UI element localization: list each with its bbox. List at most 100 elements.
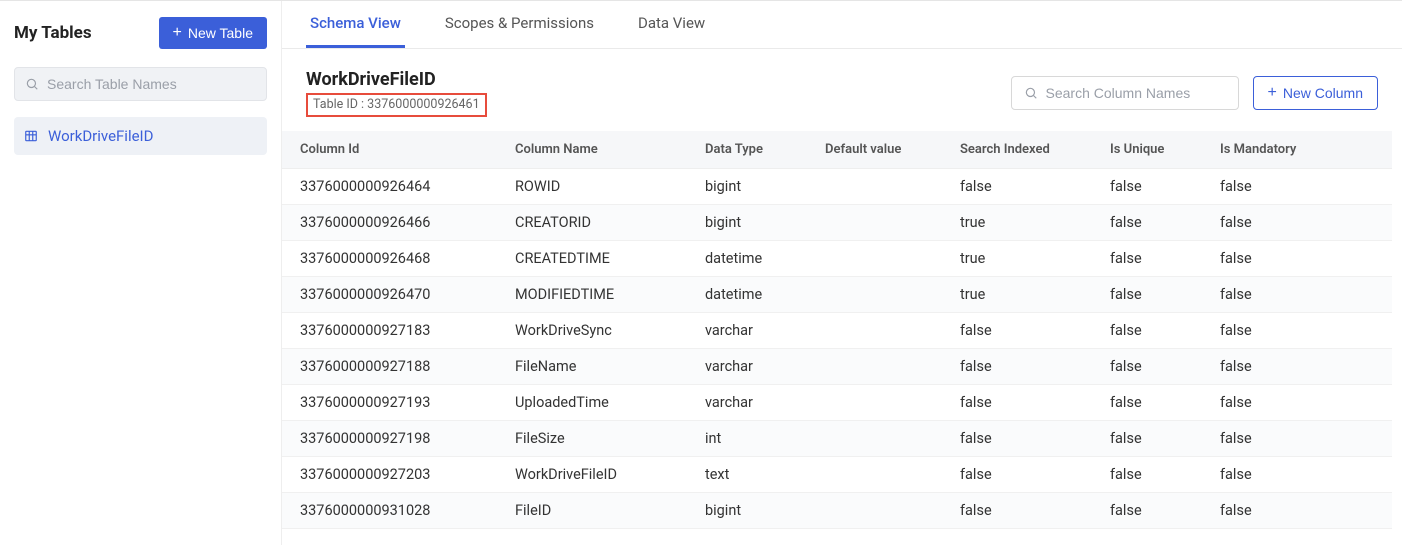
col-header-unique[interactable]: Is Unique bbox=[1092, 131, 1202, 169]
cell-mandatory: false bbox=[1202, 240, 1392, 276]
columns-table: Column Id Column Name Data Type Default … bbox=[282, 131, 1392, 529]
cell-type: bigint bbox=[687, 204, 807, 240]
table-row[interactable]: 3376000000927198FileSizeintfalsefalsefal… bbox=[282, 420, 1392, 456]
cell-type: text bbox=[687, 456, 807, 492]
cell-mandatory: false bbox=[1202, 420, 1392, 456]
cell-name: FileSize bbox=[497, 420, 687, 456]
cell-id: 3376000000926470 bbox=[282, 276, 497, 312]
table-row[interactable]: 3376000000926464ROWIDbigintfalsefalsefal… bbox=[282, 168, 1392, 204]
cell-unique: false bbox=[1092, 348, 1202, 384]
new-column-label: New Column bbox=[1283, 85, 1363, 101]
cell-unique: false bbox=[1092, 204, 1202, 240]
cell-default bbox=[807, 168, 942, 204]
table-row[interactable]: 3376000000927193UploadedTimevarchar false… bbox=[282, 384, 1392, 420]
cell-type: varchar bbox=[687, 384, 807, 420]
cell-indexed: false bbox=[942, 168, 1092, 204]
cell-id: 3376000000926466 bbox=[282, 204, 497, 240]
sidebar-item-label: WorkDriveFileID bbox=[48, 127, 153, 145]
table-id-badge: Table ID : 3376000000926461 bbox=[306, 93, 487, 117]
cell-mandatory: false bbox=[1202, 204, 1392, 240]
table-header-row: Column Id Column Name Data Type Default … bbox=[282, 131, 1392, 169]
cell-type: bigint bbox=[687, 492, 807, 528]
table-row[interactable]: 3376000000926468CREATEDTIMEdatetimetruef… bbox=[282, 240, 1392, 276]
cell-default bbox=[807, 240, 942, 276]
table-row[interactable]: 3376000000926470MODIFIEDTIMEdatetimetrue… bbox=[282, 276, 1392, 312]
column-search-input[interactable] bbox=[1046, 85, 1227, 101]
col-header-datatype[interactable]: Data Type bbox=[687, 131, 807, 169]
cell-name: WorkDriveFileID bbox=[497, 456, 687, 492]
new-table-label: New Table bbox=[188, 25, 253, 41]
cell-unique: false bbox=[1092, 276, 1202, 312]
sidebar: My Tables + New Table WorkDriveFileID bbox=[0, 1, 282, 545]
search-icon bbox=[25, 77, 39, 91]
table-row[interactable]: 3376000000927183WorkDriveSyncvarcharfals… bbox=[282, 312, 1392, 348]
cell-default bbox=[807, 348, 942, 384]
cell-unique: false bbox=[1092, 420, 1202, 456]
cell-default bbox=[807, 312, 942, 348]
tab-schema-view[interactable]: Schema View bbox=[306, 1, 405, 48]
cell-name: FileID bbox=[497, 492, 687, 528]
cell-name: MODIFIEDTIME bbox=[497, 276, 687, 312]
cell-name: FileName bbox=[497, 348, 687, 384]
cell-default bbox=[807, 276, 942, 312]
table-search-box[interactable] bbox=[14, 67, 267, 101]
cell-name: CREATORID bbox=[497, 204, 687, 240]
table-row[interactable]: 3376000000927188FileNamevarcharfalsefals… bbox=[282, 348, 1392, 384]
cell-unique: false bbox=[1092, 456, 1202, 492]
cell-name: CREATEDTIME bbox=[497, 240, 687, 276]
cell-indexed: false bbox=[942, 420, 1092, 456]
cell-unique: false bbox=[1092, 312, 1202, 348]
main-content: Schema View Scopes & Permissions Data Vi… bbox=[282, 1, 1402, 545]
col-header-indexed[interactable]: Search Indexed bbox=[942, 131, 1092, 169]
new-table-button[interactable]: + New Table bbox=[159, 17, 267, 49]
cell-indexed: false bbox=[942, 312, 1092, 348]
cell-type: datetime bbox=[687, 276, 807, 312]
col-header-mandatory[interactable]: Is Mandatory bbox=[1202, 131, 1392, 169]
cell-type: datetime bbox=[687, 240, 807, 276]
cell-id: 3376000000927198 bbox=[282, 420, 497, 456]
cell-id: 3376000000926464 bbox=[282, 168, 497, 204]
column-search-box[interactable] bbox=[1011, 76, 1239, 110]
cell-default bbox=[807, 492, 942, 528]
search-icon bbox=[1024, 86, 1038, 100]
tab-data-view[interactable]: Data View bbox=[634, 1, 709, 48]
col-header-name[interactable]: Column Name bbox=[497, 131, 687, 169]
cell-id: 3376000000927183 bbox=[282, 312, 497, 348]
cell-mandatory: false bbox=[1202, 348, 1392, 384]
cell-indexed: false bbox=[942, 348, 1092, 384]
sidebar-item-workdrivefileid[interactable]: WorkDriveFileID bbox=[14, 117, 267, 155]
table-row[interactable]: 3376000000926466CREATORIDbiginttruefalse… bbox=[282, 204, 1392, 240]
cell-default bbox=[807, 456, 942, 492]
table-search-input[interactable] bbox=[47, 76, 256, 92]
cell-indexed: true bbox=[942, 204, 1092, 240]
cell-unique: false bbox=[1092, 240, 1202, 276]
cell-default bbox=[807, 384, 942, 420]
tabs: Schema View Scopes & Permissions Data Vi… bbox=[282, 1, 1402, 49]
tab-scopes-permissions[interactable]: Scopes & Permissions bbox=[441, 1, 598, 48]
table-row[interactable]: 3376000000931028FileIDbigintfalsefalsefa… bbox=[282, 492, 1392, 528]
col-header-id[interactable]: Column Id bbox=[282, 131, 497, 169]
cell-name: ROWID bbox=[497, 168, 687, 204]
cell-mandatory: false bbox=[1202, 492, 1392, 528]
cell-id: 3376000000927193 bbox=[282, 384, 497, 420]
col-header-default[interactable]: Default value bbox=[807, 131, 942, 169]
plus-icon: + bbox=[173, 25, 182, 41]
sidebar-title: My Tables bbox=[14, 23, 92, 43]
cell-unique: false bbox=[1092, 384, 1202, 420]
cell-mandatory: false bbox=[1202, 456, 1392, 492]
cell-id: 3376000000927188 bbox=[282, 348, 497, 384]
table-icon bbox=[24, 129, 38, 143]
new-column-button[interactable]: + New Column bbox=[1253, 76, 1378, 110]
cell-indexed: false bbox=[942, 456, 1092, 492]
cell-id: 3376000000927203 bbox=[282, 456, 497, 492]
table-row[interactable]: 3376000000927203WorkDriveFileIDtext false… bbox=[282, 456, 1392, 492]
cell-unique: false bbox=[1092, 492, 1202, 528]
content-header: WorkDriveFileID Table ID : 3376000000926… bbox=[282, 49, 1402, 131]
cell-default bbox=[807, 204, 942, 240]
cell-name: WorkDriveSync bbox=[497, 312, 687, 348]
cell-type: bigint bbox=[687, 168, 807, 204]
cell-name: UploadedTime bbox=[497, 384, 687, 420]
cell-unique: false bbox=[1092, 168, 1202, 204]
table-name: WorkDriveFileID bbox=[306, 69, 487, 90]
cell-type: varchar bbox=[687, 348, 807, 384]
